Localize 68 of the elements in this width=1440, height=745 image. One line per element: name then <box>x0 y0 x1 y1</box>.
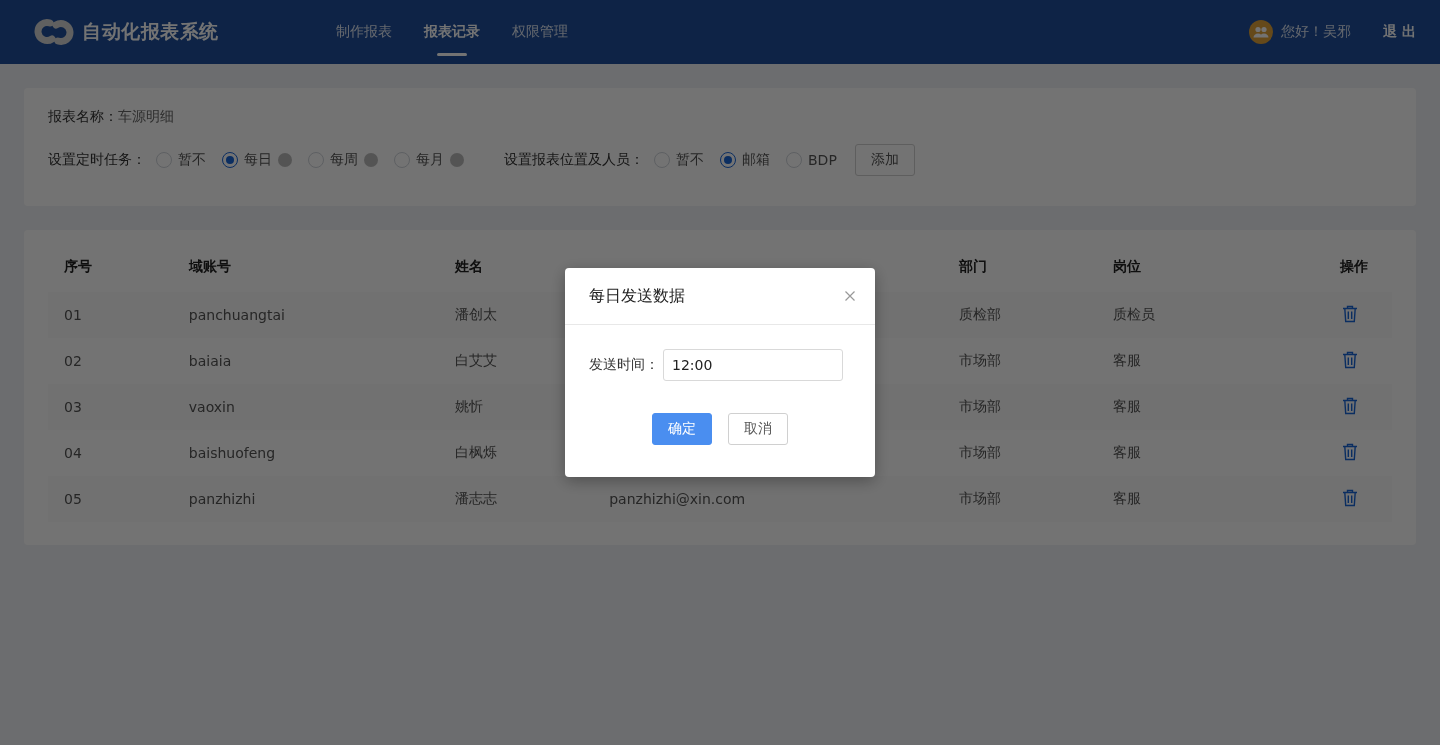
table-cell-text: 潘创太 <box>454 305 499 324</box>
radio-button[interactable] <box>222 152 238 168</box>
table-cell-text: 02 <box>63 352 83 371</box>
help-icon[interactable] <box>450 153 464 167</box>
app-title: 自动化报表系统 <box>82 19 219 44</box>
table-cell-text: 质检员 <box>1111 305 1156 324</box>
target-label: 设置报表位置及人员： <box>504 151 644 169</box>
table-cell-text: 市场部 <box>957 489 1002 508</box>
table-cell-text: 质检部 <box>957 305 1002 324</box>
nav-tab[interactable]: 权限管理 <box>512 0 568 64</box>
radio-label[interactable]: 每日 <box>244 151 272 169</box>
nav-tab[interactable]: 报表记录 <box>424 0 480 64</box>
user-greeting: 您好！吴邪 <box>1281 23 1352 41</box>
radio-label[interactable]: 每月 <box>416 151 444 169</box>
radio-label[interactable]: 暂不 <box>178 151 206 169</box>
close-icon[interactable] <box>845 291 855 301</box>
table-cell-text: 市场部 <box>957 397 1002 416</box>
radio-label[interactable]: 每周 <box>330 151 358 169</box>
table-cell-text: 01 <box>63 306 83 325</box>
report-name-label: 报表名称： <box>48 108 118 126</box>
radio-button[interactable] <box>720 152 736 168</box>
table-cell-text: 白枫烁 <box>454 443 499 462</box>
trash-icon[interactable] <box>1342 442 1358 461</box>
trash-icon[interactable] <box>1342 350 1358 369</box>
table-cell-text: 潘志志 <box>454 489 499 508</box>
table-cell-text: baiaia <box>187 352 233 371</box>
table-cell-text: 客服 <box>1111 443 1142 462</box>
table-cell-text: 白艾艾 <box>454 351 499 370</box>
trash-icon[interactable] <box>1342 488 1358 507</box>
field-label: 发送时间： <box>589 356 659 374</box>
table-cell-text: 05 <box>63 490 83 509</box>
trash-icon[interactable] <box>1342 396 1358 415</box>
radio-label[interactable]: BDP <box>808 152 837 168</box>
dialog-title: 每日发送数据 <box>589 285 685 307</box>
table-cell-text: 03 <box>63 398 83 417</box>
help-icon[interactable] <box>364 153 378 167</box>
table-cell-text: 客服 <box>1111 489 1142 508</box>
radio-label[interactable]: 邮箱 <box>742 151 770 169</box>
table-cell-text: panchuangtai <box>187 306 286 325</box>
column-header: 操作 <box>1339 257 1369 276</box>
time-input[interactable]: 12:00 <box>663 349 843 381</box>
column-header: 部门 <box>957 257 988 276</box>
table-cell-text: 客服 <box>1111 351 1142 370</box>
cancel-button[interactable]: 取消 <box>728 413 788 445</box>
schedule-label: 设置定时任务： <box>48 151 146 169</box>
logo-icon <box>34 18 74 46</box>
radio-label[interactable]: 暂不 <box>676 151 704 169</box>
column-header: 岗位 <box>1111 257 1142 276</box>
table-cell-text: 市场部 <box>957 351 1002 370</box>
add-button[interactable]: 添加 <box>854 144 915 176</box>
table-cell-text: 04 <box>63 444 83 463</box>
table-cell-text: panzhizhi@xin.com <box>608 490 747 509</box>
table-cell-text: vaoxin <box>187 398 236 417</box>
report-name: 车源明细 <box>118 108 174 126</box>
table-cell-text: 客服 <box>1111 397 1142 416</box>
table-cell-text: panzhizhi <box>187 490 257 509</box>
table-cell-text: 姚忻 <box>454 397 485 416</box>
column-header: 姓名 <box>454 257 485 276</box>
column-header: 域账号 <box>187 257 232 276</box>
confirm-button[interactable]: 确定 <box>652 413 712 445</box>
nav-tab[interactable]: 制作报表 <box>336 0 392 64</box>
logout-link[interactable]: 退 出 <box>1383 23 1416 41</box>
trash-icon[interactable] <box>1342 304 1358 323</box>
help-icon[interactable] <box>278 153 292 167</box>
column-header: 序号 <box>63 257 93 276</box>
user-avatar-icon <box>1249 20 1274 44</box>
table-cell-text: baishuofeng <box>187 444 277 463</box>
table-cell-text: 市场部 <box>957 443 1002 462</box>
